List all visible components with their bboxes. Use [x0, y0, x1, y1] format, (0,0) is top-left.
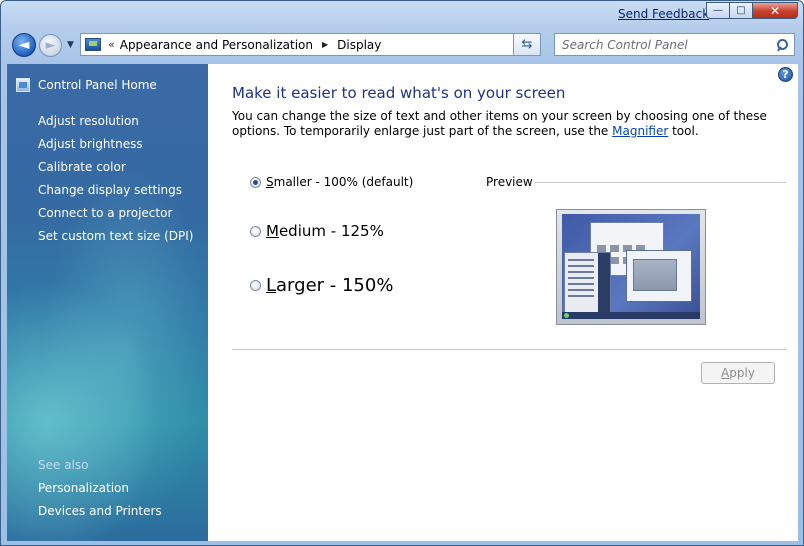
preview-window-front	[626, 250, 692, 302]
description-text-after: tool.	[668, 124, 699, 138]
radio-smaller[interactable]	[250, 176, 261, 188]
search-icon[interactable]	[776, 38, 788, 51]
preview-divider	[535, 182, 786, 183]
page-description: You can change the size of text and othe…	[232, 109, 772, 139]
address-bar[interactable]: « Appearance and Personalization ▶ Displ…	[80, 33, 541, 56]
sidebar-item-change-display-settings[interactable]: Change display settings	[38, 183, 182, 197]
sidebar-item-personalization[interactable]: Personalization	[38, 481, 129, 495]
option-larger[interactable]: Larger - 150%	[250, 275, 393, 296]
see-also-heading: See also	[38, 458, 89, 472]
refresh-icon: ⇆	[521, 37, 533, 52]
window-controls: — □ ✕	[706, 2, 798, 19]
preview-monitor-image	[556, 209, 706, 325]
search-box[interactable]	[554, 33, 795, 56]
breadcrumb-separator-icon[interactable]: ▶	[322, 40, 328, 49]
control-panel-home-label: Control Panel Home	[38, 78, 157, 92]
breadcrumb-appearance[interactable]: Appearance and Personalization	[120, 38, 313, 52]
refresh-button[interactable]: ⇆	[513, 33, 541, 56]
magnifier-link[interactable]: Magnifier	[612, 124, 668, 138]
sidebar-item-calibrate-color[interactable]: Calibrate color	[38, 160, 126, 174]
apply-button[interactable]: Apply	[701, 362, 775, 384]
page-title: Make it easier to read what's on your sc…	[232, 84, 566, 102]
recent-pages-dropdown[interactable]: ▼	[67, 40, 74, 50]
send-feedback-link[interactable]: Send Feedback	[618, 7, 709, 21]
forward-button[interactable]: ►	[39, 34, 62, 57]
preview-label: Preview	[486, 175, 533, 189]
preview-taskbar	[562, 312, 700, 319]
content-divider	[232, 349, 786, 350]
minimize-button[interactable]: —	[706, 2, 730, 19]
help-icon[interactable]: ?	[778, 67, 793, 82]
preview-window-left	[564, 252, 611, 316]
chevron-left-double-icon[interactable]: «	[108, 38, 115, 51]
sidebar-item-custom-text-size[interactable]: Set custom text size (DPI)	[38, 229, 193, 243]
control-panel-icon	[85, 38, 101, 51]
breadcrumb-display[interactable]: Display	[337, 38, 381, 52]
control-panel-home-link[interactable]: Control Panel Home	[16, 78, 157, 92]
radio-larger[interactable]	[250, 280, 261, 291]
option-medium-label: Medium - 125%	[266, 222, 384, 240]
option-larger-label: Larger - 150%	[266, 275, 394, 296]
sidebar-item-connect-projector[interactable]: Connect to a projector	[38, 206, 172, 220]
sidebar-item-devices-printers[interactable]: Devices and Printers	[38, 504, 162, 518]
sidebar: Control Panel Home Adjust resolution Adj…	[7, 64, 208, 541]
control-panel-window: Send Feedback — □ ✕ ◄ ► ▼ « Appearance a…	[0, 0, 804, 546]
sidebar-item-adjust-brightness[interactable]: Adjust brightness	[38, 137, 143, 151]
sidebar-item-adjust-resolution[interactable]: Adjust resolution	[38, 114, 139, 128]
option-medium[interactable]: Medium - 125%	[250, 222, 384, 240]
radio-medium[interactable]	[250, 225, 261, 237]
option-smaller-label: Smaller - 100% (default)	[266, 175, 414, 189]
control-panel-home-icon	[16, 78, 30, 92]
close-button[interactable]: ✕	[752, 2, 798, 19]
search-input[interactable]	[555, 36, 774, 53]
option-smaller[interactable]: Smaller - 100% (default)	[250, 175, 413, 189]
back-button[interactable]: ◄	[12, 33, 36, 57]
preview-screen	[562, 214, 700, 319]
main-content: ? Make it easier to read what's on your …	[208, 64, 798, 541]
maximize-button[interactable]: □	[729, 2, 753, 19]
